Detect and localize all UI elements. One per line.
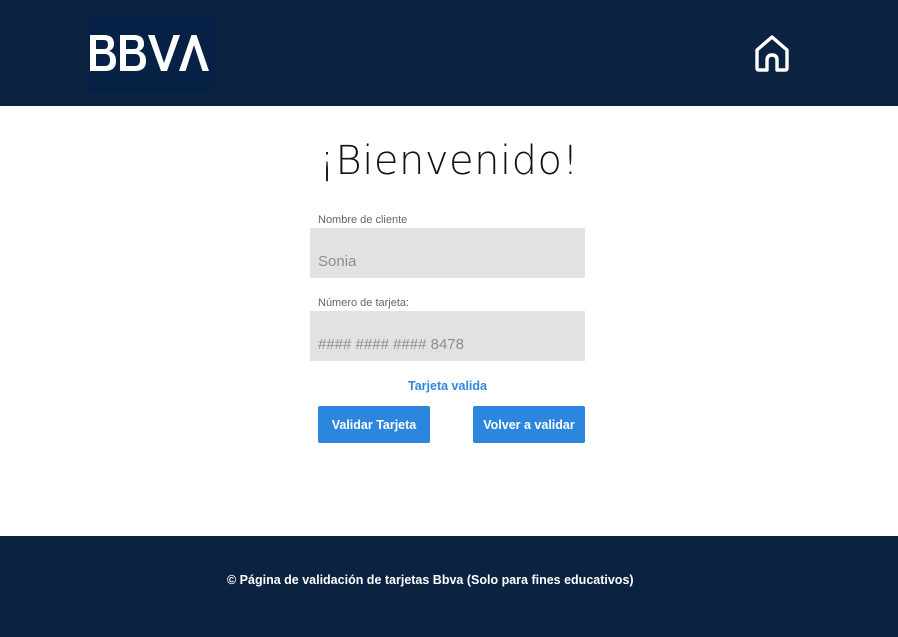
bbva-logo-wordmark: [90, 35, 209, 71]
footer-copyright: © Página de validación de tarjetas Bbva …: [227, 573, 634, 587]
page-title: ¡Bienvenido!: [319, 138, 579, 184]
card-number-input[interactable]: [310, 311, 585, 361]
footer: © Página de validación de tarjetas Bbva …: [0, 536, 898, 637]
validation-status: Tarjeta valida: [408, 379, 487, 393]
card-number-label: Número de tarjeta:: [318, 297, 410, 309]
validate-card-button[interactable]: Validar Tarjeta: [318, 406, 430, 443]
client-name-label: Nombre de cliente: [318, 214, 408, 226]
header: [0, 0, 898, 106]
home-icon: [755, 35, 789, 72]
client-name-input[interactable]: [310, 228, 585, 278]
home-button[interactable]: [750, 31, 794, 75]
bbva-logo[interactable]: [88, 14, 214, 92]
revalidate-button[interactable]: Volver a validar: [473, 406, 585, 443]
